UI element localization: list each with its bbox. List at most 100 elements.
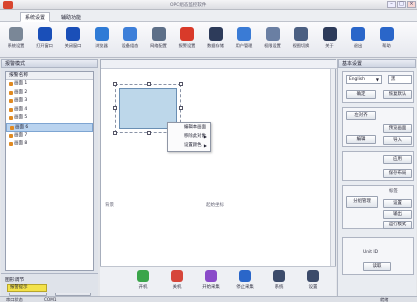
tree-item[interactable]: 画面 7 (6, 132, 93, 141)
toolbar-button-label: 用户管理 (235, 43, 253, 48)
tree-item[interactable]: 画面 5 (6, 114, 93, 123)
font-select[interactable]: English ▼ (346, 75, 382, 84)
resize-handle[interactable] (113, 131, 117, 135)
toolbar-button-settings[interactable]: 系统设置 (3, 25, 29, 55)
context-menu-label: 设置颜色 (184, 143, 202, 148)
toolbar-button-device[interactable]: 设备组态 (117, 25, 143, 55)
resize-handle[interactable] (113, 82, 117, 86)
screen-node-icon (9, 142, 13, 147)
right-panel-title: 基本设置 (338, 59, 416, 68)
align-left-button[interactable]: 左对齐 (346, 111, 376, 120)
dock-title: 图形调节 (5, 278, 25, 283)
setting-button[interactable]: 设置 (383, 199, 412, 208)
tree-item[interactable]: 画面 1 (6, 80, 93, 89)
close-button[interactable]: × (407, 1, 416, 8)
maximize-button[interactable]: □ (397, 1, 406, 8)
edit-button[interactable]: 编辑 (346, 135, 376, 144)
resize-handle[interactable] (147, 82, 151, 86)
tree-item[interactable]: 画面 4 (6, 106, 93, 115)
tree-item[interactable]: 画面 8 (6, 140, 93, 149)
alarm-badge[interactable]: 报警提示 (7, 284, 47, 292)
toolbar-button-exit[interactable]: 退出 (345, 25, 371, 55)
output-button[interactable]: 输出 (383, 210, 412, 219)
context-menu-label: 编辑本画面 (184, 125, 206, 130)
power-icon (137, 270, 149, 282)
toolbar-button-help[interactable]: 帮助 (374, 25, 400, 55)
run-mode-button[interactable]: 运行模式 (383, 221, 412, 229)
tree-item[interactable]: 画面 2 (6, 89, 93, 98)
preview-button[interactable]: 预览画面 (383, 124, 412, 133)
toolbar-button-grid[interactable]: 网络配置 (146, 25, 172, 55)
apply-button[interactable]: 应用 (383, 155, 412, 164)
context-menu-item[interactable]: 设置颜色 ▶ (168, 141, 210, 150)
bottom-button-label: 关机 (172, 285, 182, 290)
toolbar-button-about[interactable]: 关于 (317, 25, 343, 55)
resize-handle[interactable] (113, 106, 117, 110)
title-bar: OPC组态监控软件 – □ × (0, 0, 417, 10)
menu-tabs: 系统设置 辅助功能 (0, 10, 417, 22)
toolbar-button-database[interactable]: 数据存储 (203, 25, 229, 55)
tree-item-label: 画面 7 (14, 132, 28, 138)
screen-node-icon (9, 99, 13, 104)
tab-aux-functions[interactable]: 辅助功能 (56, 12, 86, 22)
reset-default-button[interactable]: 恢复默认 (383, 90, 412, 99)
size-select[interactable]: 黑 (388, 75, 412, 84)
bottom-button-start[interactable]: 开始采集 (196, 270, 226, 290)
screen-tree: 报警名称 画面 1 画面 2 画面 3 画面 4 画面 5 画面 6 画面 7 画面 8 (5, 71, 94, 271)
toolbar-button-users[interactable]: 用户管理 (231, 25, 257, 55)
group-manage-button[interactable]: 分组管理 (346, 196, 378, 208)
context-menu-item[interactable]: 移除此对象 ▶ (168, 132, 210, 141)
bottom-action-strip: 开机 关机 开始采集 停止采集 系统 设置 (100, 266, 336, 298)
tree-item-label: 画面 8 (14, 141, 28, 147)
status-right: 就绪 (380, 297, 389, 302)
chevron-down-icon: ▼ (375, 77, 379, 82)
vertical-scrollbar[interactable] (330, 69, 335, 291)
minimize-button[interactable]: – (387, 1, 396, 8)
screen-node-icon (9, 107, 13, 112)
import-button[interactable]: 导入 (383, 136, 412, 145)
tree-item[interactable]: 画面 3 (6, 97, 93, 106)
browser-icon (94, 27, 109, 41)
resize-handle[interactable] (179, 82, 183, 86)
context-menu-item[interactable]: 编辑本画面 (168, 123, 210, 132)
screen-node-icon (9, 116, 13, 121)
help-icon (379, 27, 394, 41)
toolbar-button-view[interactable]: 视图切换 (288, 25, 314, 55)
screen-node-icon (9, 90, 13, 95)
tab-system-settings[interactable]: 系统设置 (20, 12, 51, 22)
resize-handle[interactable] (179, 106, 183, 110)
bottom-button-pause[interactable]: 停止采集 (230, 270, 260, 290)
tree-header: 报警名称 (6, 72, 93, 80)
toolbar-button-label: 退出 (353, 43, 363, 48)
toolbar-button-label: 帮助 (382, 43, 391, 48)
bottom-button-label: 停止采集 (236, 285, 254, 290)
bottom-button-system[interactable]: 系统 (264, 270, 294, 290)
confirm-button[interactable]: 确定 (346, 90, 376, 99)
bottom-button-config[interactable]: 设置 (298, 270, 328, 290)
toolbar-button-label: 关于 (325, 43, 334, 48)
bottom-button-power[interactable]: 开机 (128, 270, 158, 290)
bottom-button-shutdown[interactable]: 关机 (162, 270, 192, 290)
pause-icon (239, 270, 251, 282)
toolbar-button-play[interactable]: 打开窗口 (32, 25, 58, 55)
left-panel: 报警模式 报警名称 画面 1 画面 2 画面 3 画面 4 画面 5 画面 6 画面 7 画面… (1, 59, 98, 299)
screen-node-icon (9, 133, 13, 138)
ribbon-toolbar: 系统设置 打开窗口 关闭窗口 浏览器 设备组态 网络配置 报警设置 数据存储 用户管理 权限设置 视… (0, 22, 417, 58)
label-text: 标签 (389, 189, 398, 194)
toolbar-button-key[interactable]: 权限设置 (260, 25, 286, 55)
resize-handle[interactable] (147, 131, 151, 135)
canvas-toolbar (101, 60, 337, 69)
text-settings-group: 左对齐 预览画面 编辑 导入 (342, 107, 414, 147)
submenu-arrow-icon: ▶ (203, 143, 207, 148)
read-button[interactable]: 读取 (363, 262, 391, 271)
toolbar-button-stop[interactable]: 关闭窗口 (60, 25, 86, 55)
save-layout-button[interactable]: 保存布局 (383, 169, 412, 178)
toolbar-button-label: 系统设置 (7, 43, 25, 48)
tree-item-label: 画面 2 (14, 89, 28, 95)
tree-item[interactable]: 画面 6 (6, 122, 93, 132)
design-canvas[interactable]: 编辑本画面 移除此对象 ▶ 设置颜色 ▶ 背景 起始坐标 (100, 59, 337, 299)
toolbar-button-browser[interactable]: 浏览器 (89, 25, 115, 55)
system-icon (273, 270, 285, 282)
toolbar-button-label: 报警设置 (178, 43, 196, 48)
toolbar-button-alarm[interactable]: 报警设置 (174, 25, 200, 55)
